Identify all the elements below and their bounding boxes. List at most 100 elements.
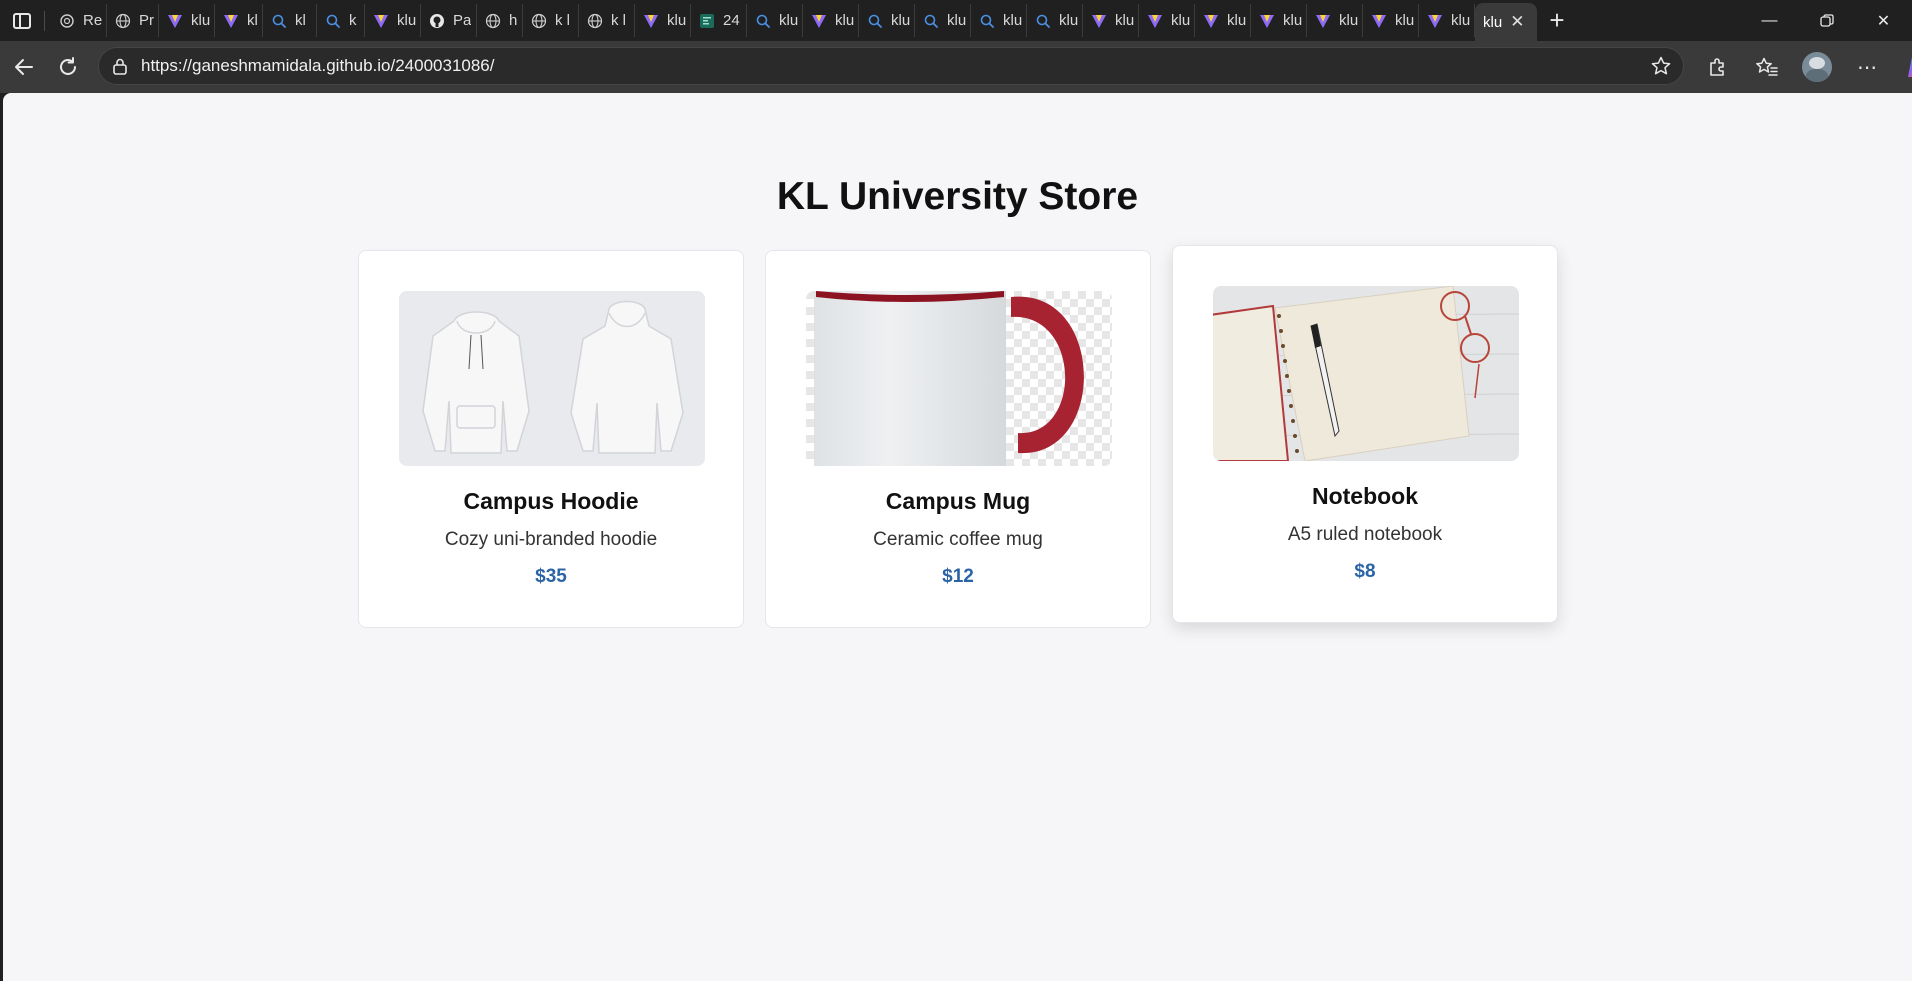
tab-strip: ReProklukluklk lkluPahok lk lklu24kluklu… bbox=[0, 0, 1912, 41]
tab-item[interactable]: klu bbox=[365, 4, 421, 37]
tab-item[interactable]: klu bbox=[1139, 4, 1195, 37]
restore-icon[interactable] bbox=[1798, 0, 1855, 41]
tab-item[interactable]: k l bbox=[523, 4, 579, 37]
product-price: $12 bbox=[942, 566, 974, 587]
tab-label: kl bbox=[295, 12, 306, 29]
globe-icon bbox=[531, 13, 547, 29]
product-card-notebook[interactable]: Notebook A5 ruled notebook $8 bbox=[1172, 245, 1558, 623]
window-controls: — ✕ bbox=[1741, 0, 1912, 41]
vite-icon bbox=[811, 13, 827, 29]
back-button[interactable] bbox=[2, 47, 46, 87]
tab-divider bbox=[44, 10, 45, 31]
github-icon bbox=[429, 13, 445, 29]
tab-label: klu bbox=[247, 12, 258, 29]
tab-item[interactable]: klu bbox=[1195, 4, 1251, 37]
tab-active[interactable]: klu ✕ bbox=[1475, 3, 1537, 41]
tab-item[interactable]: klu bbox=[1419, 4, 1475, 37]
tab-item[interactable]: 24 bbox=[691, 4, 747, 37]
product-card-mug[interactable]: Campus Mug Ceramic coffee mug $12 bbox=[765, 250, 1151, 628]
vite-icon bbox=[223, 13, 239, 29]
address-bar[interactable]: https://ganeshmamidala.github.io/2400031… bbox=[98, 47, 1684, 85]
tab-item[interactable]: klu bbox=[1363, 4, 1419, 37]
tab-item[interactable]: klu bbox=[803, 4, 859, 37]
tab-label: klu bbox=[191, 12, 210, 29]
globe-icon bbox=[587, 13, 603, 29]
close-tab-icon[interactable]: ✕ bbox=[1510, 12, 1524, 32]
tab-item[interactable]: Pro bbox=[107, 4, 159, 37]
tab-item[interactable]: klu bbox=[859, 4, 915, 37]
tab-label: Pro bbox=[139, 12, 154, 29]
product-name: Notebook bbox=[1311, 483, 1419, 509]
vite-icon bbox=[1371, 13, 1387, 29]
favorites-icon[interactable] bbox=[1742, 47, 1792, 87]
vite-icon bbox=[1427, 13, 1443, 29]
product-card-hoodie[interactable]: Campus Hoodie Cozy uni-branded hoodie $3… bbox=[358, 250, 744, 628]
product-description: Cozy uni-branded hoodie bbox=[444, 529, 658, 550]
search-icon bbox=[755, 13, 771, 29]
tab-label: klu bbox=[667, 12, 686, 29]
copilot-icon[interactable] bbox=[1892, 47, 1912, 87]
search-icon bbox=[867, 13, 883, 29]
url-text[interactable]: https://ganeshmamidala.github.io/2400031… bbox=[141, 56, 1639, 76]
tab-label: k l bbox=[611, 12, 626, 29]
tab-item[interactable]: klu bbox=[1251, 4, 1307, 37]
vite-icon bbox=[1203, 13, 1219, 29]
globe-icon bbox=[115, 13, 131, 29]
tab-item[interactable]: klu bbox=[1307, 4, 1363, 37]
minimize-icon[interactable]: — bbox=[1741, 0, 1798, 41]
extensions-icon[interactable] bbox=[1692, 47, 1742, 87]
tab-item[interactable]: kl bbox=[263, 4, 317, 37]
search-icon bbox=[979, 13, 995, 29]
tab-item[interactable]: klu bbox=[1027, 4, 1083, 37]
product-description: Ceramic coffee mug bbox=[873, 529, 1043, 550]
tab-label: klu bbox=[1483, 13, 1503, 31]
openai-icon bbox=[59, 13, 75, 29]
tab-item[interactable]: klu bbox=[915, 4, 971, 37]
tab-label: klu bbox=[1059, 12, 1078, 29]
tab-item[interactable]: klu bbox=[635, 4, 691, 37]
sidebar-toggle-icon[interactable] bbox=[0, 0, 44, 41]
tab-item[interactable]: klu bbox=[1083, 4, 1139, 37]
vite-icon bbox=[1259, 13, 1275, 29]
page-title: KL University Store bbox=[776, 175, 1139, 218]
toolbar-right: ⋯ bbox=[1692, 45, 1912, 89]
reload-icon bbox=[60, 57, 76, 75]
product-price: $35 bbox=[535, 566, 567, 587]
product-name: Campus Hoodie bbox=[463, 488, 639, 514]
tab-label: 24 bbox=[723, 12, 740, 29]
tab-label: klu bbox=[1395, 12, 1414, 29]
tab-label: klu bbox=[1339, 12, 1358, 29]
tab-label: klu bbox=[891, 12, 910, 29]
tab-item[interactable]: klu bbox=[215, 4, 263, 37]
tab-label: klu bbox=[835, 12, 854, 29]
tab-item[interactable]: klu bbox=[159, 4, 215, 37]
tab-label: klu bbox=[1227, 12, 1246, 29]
tab-item[interactable]: k l bbox=[579, 4, 635, 37]
web-page: KL University Store Campus Hoodie Cozy u… bbox=[3, 93, 1912, 981]
site-info-icon[interactable] bbox=[99, 57, 141, 75]
tab-label: klu bbox=[1171, 12, 1190, 29]
tab-label: klu bbox=[1283, 12, 1302, 29]
tab-label: Re bbox=[83, 12, 102, 29]
tab-item[interactable]: klu bbox=[747, 4, 803, 37]
tab-label: ho bbox=[509, 12, 518, 29]
favorite-star-icon[interactable] bbox=[1639, 55, 1683, 77]
product-name: Campus Mug bbox=[885, 488, 1031, 514]
profile-button[interactable] bbox=[1792, 47, 1842, 87]
vite-icon bbox=[643, 13, 659, 29]
close-window-icon[interactable]: ✕ bbox=[1855, 0, 1912, 41]
sheet-icon bbox=[699, 13, 715, 29]
tab-label: klu bbox=[779, 12, 798, 29]
reload-button[interactable] bbox=[46, 47, 90, 87]
tab-item[interactable]: klu bbox=[971, 4, 1027, 37]
new-tab-icon[interactable]: + bbox=[1537, 0, 1577, 41]
tab-item[interactable]: Pa bbox=[421, 4, 477, 37]
search-icon bbox=[325, 13, 341, 29]
tab-label: Pa bbox=[453, 12, 472, 29]
tab-item[interactable]: ho bbox=[477, 4, 523, 37]
tab-item[interactable]: k l bbox=[317, 4, 365, 37]
product-price: $8 bbox=[1354, 561, 1376, 582]
tab-item[interactable]: Re bbox=[51, 4, 107, 37]
more-options-icon[interactable]: ⋯ bbox=[1842, 47, 1892, 87]
tab-label: klu bbox=[1115, 12, 1134, 29]
